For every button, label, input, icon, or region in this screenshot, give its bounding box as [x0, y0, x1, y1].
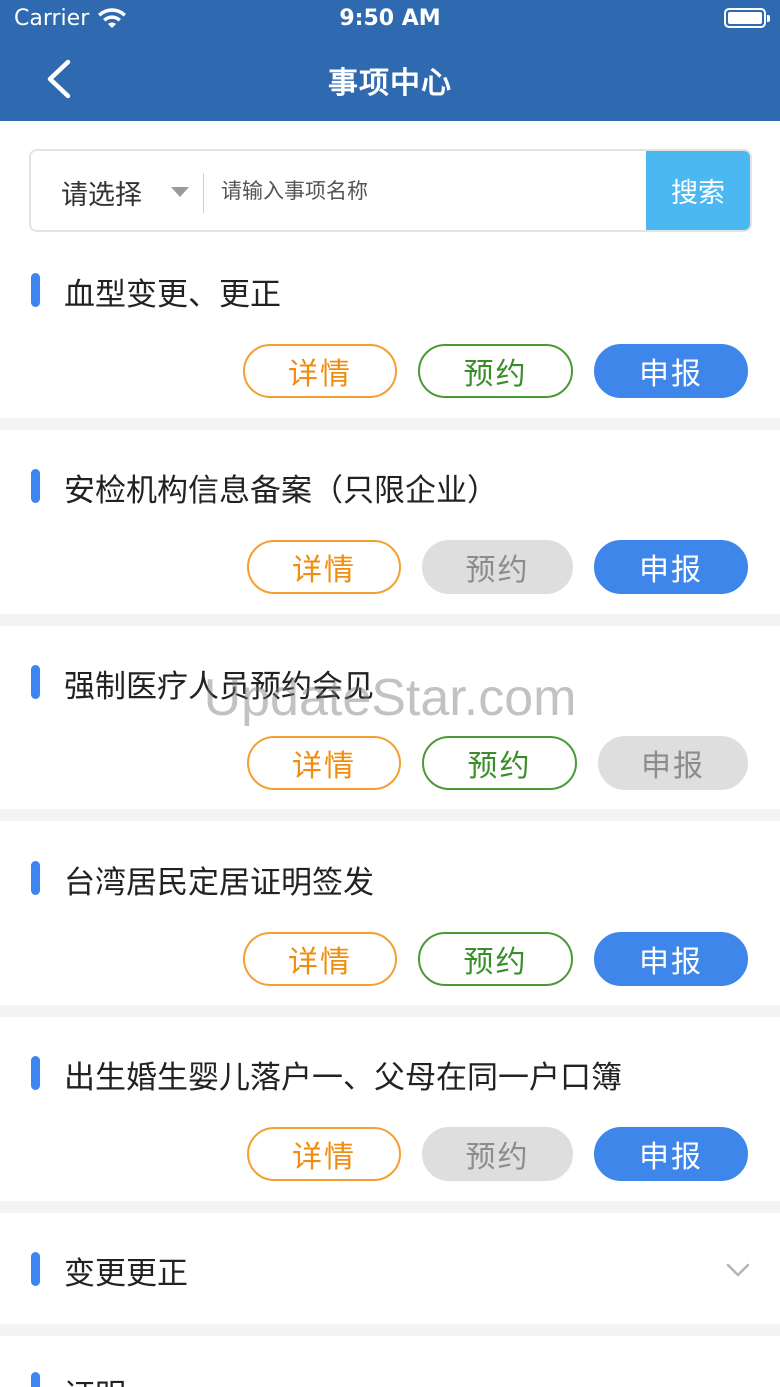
report-button-disabled: 申报 [598, 736, 748, 790]
report-button[interactable]: 申报 [594, 344, 748, 398]
report-button[interactable]: 申报 [594, 1127, 748, 1181]
divider [203, 173, 204, 213]
accent-bar [31, 665, 40, 699]
detail-button[interactable]: 详情 [247, 1127, 401, 1181]
accent-bar [31, 469, 40, 503]
search-input[interactable] [221, 151, 641, 230]
detail-button[interactable]: 详情 [247, 540, 401, 594]
report-button[interactable]: 申报 [594, 932, 748, 986]
item-title: 台湾居民定居证明签发 [64, 865, 374, 901]
chevron-down-icon [726, 1263, 750, 1277]
category-title: 变更更正 [64, 1256, 188, 1292]
category-row[interactable]: 证明 [0, 1336, 780, 1387]
book-button-disabled: 预约 [422, 1127, 573, 1181]
accent-bar [31, 1372, 40, 1387]
list-item: 强制医疗人员预约会见 详情 预约 申报 [0, 626, 780, 809]
item-title: 出生婚生婴儿落户一、父母在同一户口簿 [64, 1060, 622, 1096]
accent-bar [31, 1056, 40, 1090]
item-title: 血型变更、更正 [64, 277, 281, 313]
book-button[interactable]: 预约 [418, 344, 573, 398]
detail-button[interactable]: 详情 [243, 344, 397, 398]
item-title: 安检机构信息备案（只限企业） [64, 473, 498, 509]
category-select[interactable]: 请选择 [31, 151, 203, 230]
status-time: 9:50 AM [339, 6, 441, 31]
page-title: 事项中心 [328, 66, 452, 101]
report-button[interactable]: 申报 [594, 540, 748, 594]
search-button[interactable]: 搜索 [646, 151, 750, 230]
category-title: 证明 [64, 1370, 126, 1387]
navigation-bar: Carrier 9:50 AM 事项中心 [0, 0, 780, 121]
list-item: 血型变更、更正 详情 预约 申报 [0, 237, 780, 418]
accent-bar [31, 861, 40, 895]
list-item: 出生婚生婴儿落户一、父母在同一户口簿 详情 预约 申报 [0, 1017, 780, 1201]
category-select-label: 请选择 [61, 180, 142, 211]
list-item: 台湾居民定居证明签发 详情 预约 申报 [0, 821, 780, 1005]
item-title: 强制医疗人员预约会见 [64, 669, 374, 705]
battery-icon [724, 8, 770, 28]
book-button-disabled: 预约 [422, 540, 573, 594]
accent-bar [31, 1252, 40, 1286]
category-row[interactable]: 变更更正 [0, 1213, 780, 1324]
detail-button[interactable]: 详情 [243, 932, 397, 986]
search-area: 请选择 搜索 [0, 121, 780, 237]
accent-bar [31, 273, 40, 307]
caret-down-icon [171, 187, 189, 197]
detail-button[interactable]: 详情 [247, 736, 401, 790]
list-item: 安检机构信息备案（只限企业） 详情 预约 申报 [0, 430, 780, 614]
book-button[interactable]: 预约 [422, 736, 577, 790]
book-button[interactable]: 预约 [418, 932, 573, 986]
search-box: 请选择 搜索 [29, 149, 752, 232]
